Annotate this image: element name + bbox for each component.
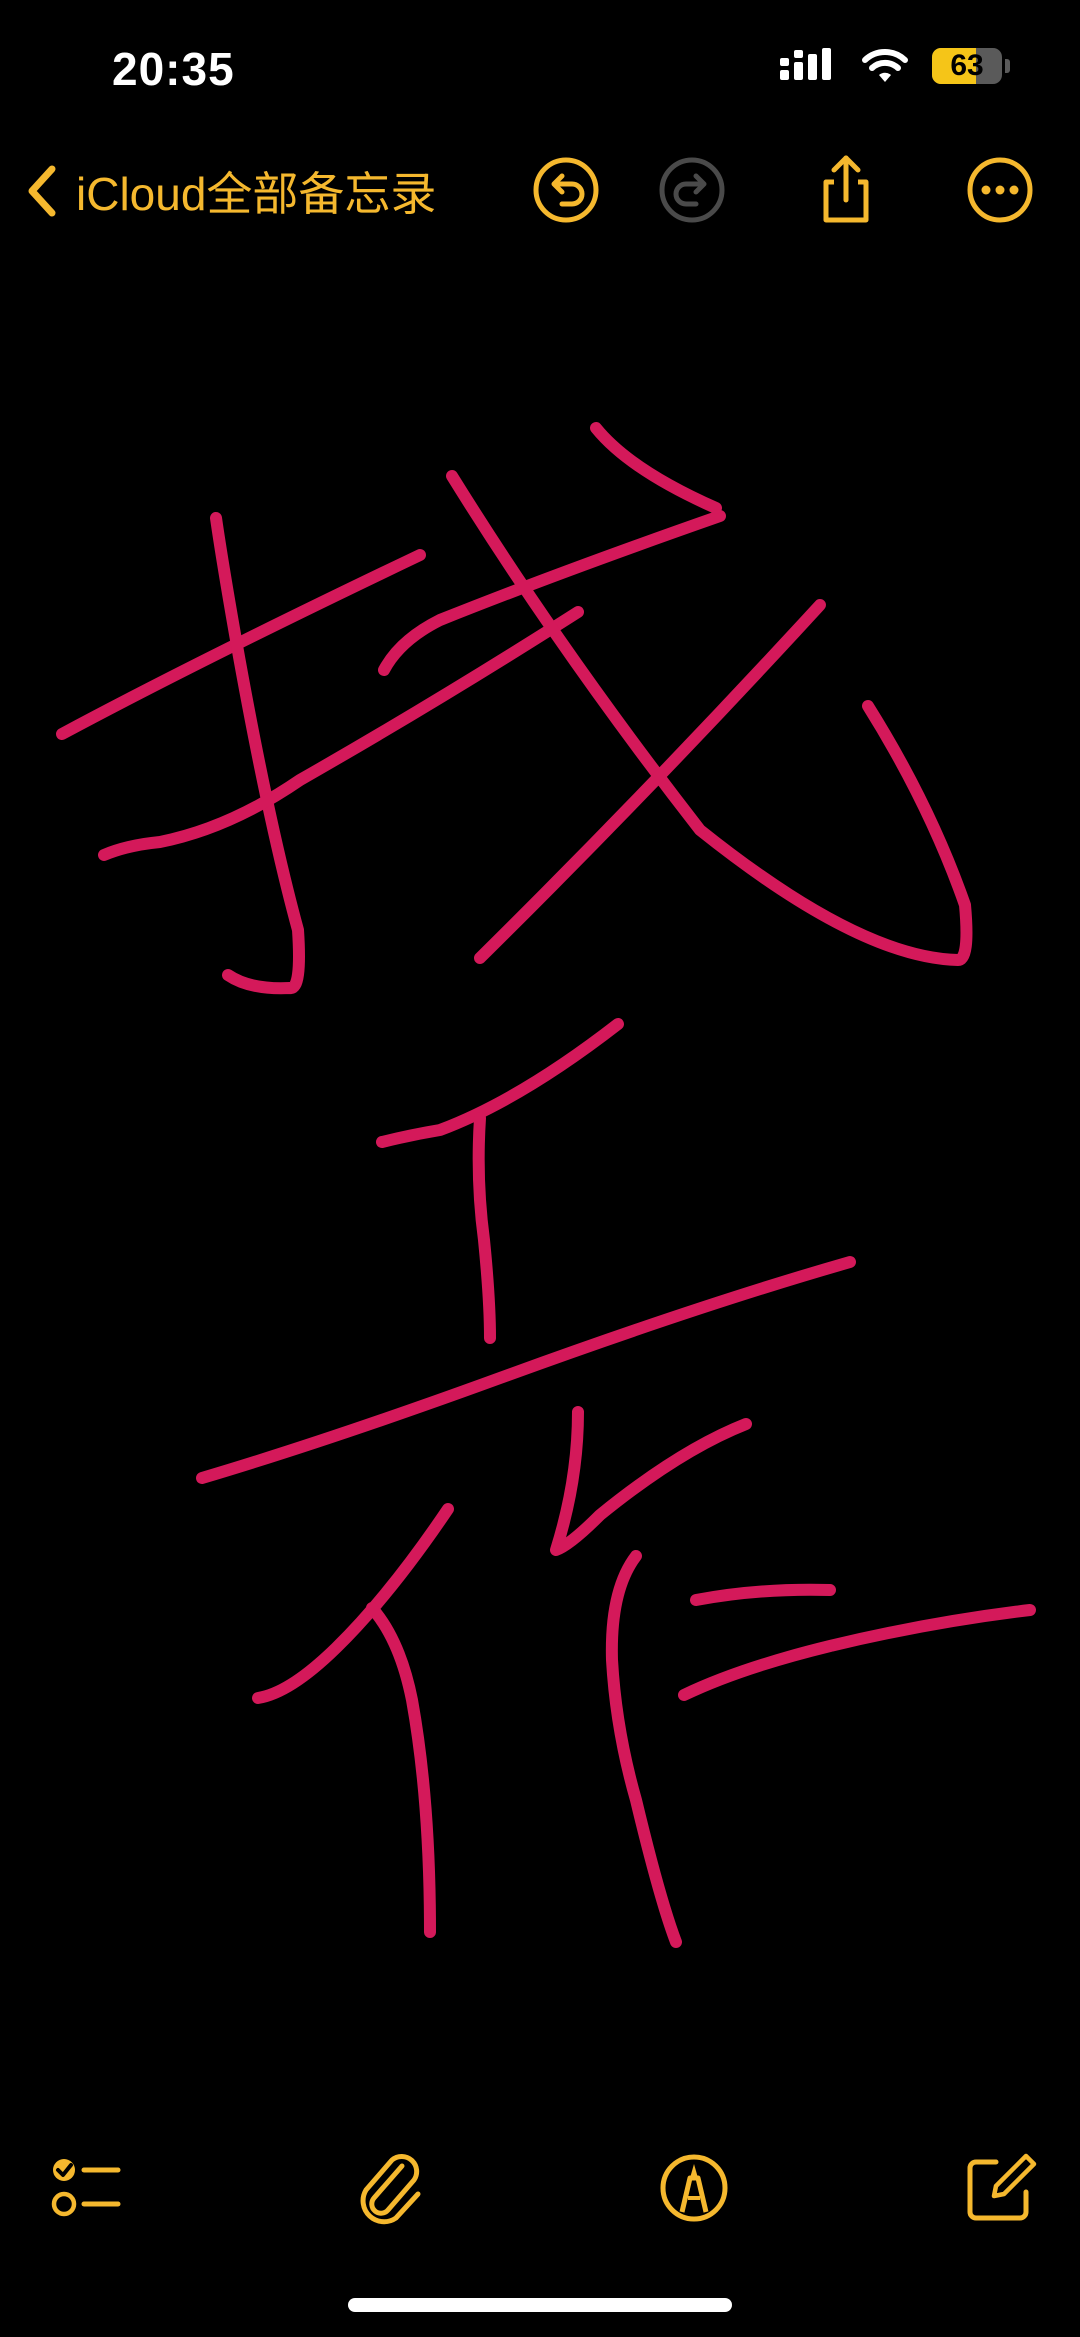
- nav-bar: iCloud全部备忘录: [0, 140, 1080, 240]
- status-indicators: 63: [780, 48, 1010, 84]
- ink-stroke: [472, 1112, 496, 1344]
- ink-stroke: [378, 510, 726, 676]
- status-bar: 20:35 63: [0, 0, 1080, 140]
- cellular-signal-icon: [780, 48, 831, 80]
- share-icon[interactable]: [810, 154, 882, 226]
- markup-icon[interactable]: [654, 2148, 734, 2228]
- bottom-toolbar: [0, 2140, 1080, 2240]
- ink-stroke: [210, 512, 305, 995]
- back-button[interactable]: iCloud全部备忘录: [22, 158, 436, 224]
- ink-stroke: [252, 1503, 454, 1704]
- ink-stroke: [196, 1256, 856, 1484]
- chevron-left-icon: [28, 165, 56, 217]
- ink-stroke: [98, 606, 584, 861]
- ink-stroke: [605, 1550, 682, 1948]
- redo-icon[interactable]: [656, 154, 728, 226]
- battery-nub: [1005, 59, 1010, 73]
- ink-stroke: [690, 1583, 836, 1606]
- more-icon[interactable]: [964, 154, 1036, 226]
- compose-icon[interactable]: [960, 2148, 1040, 2228]
- ink-stroke: [550, 1406, 752, 1556]
- attachment-icon[interactable]: [352, 2148, 432, 2228]
- ink-stroke: [590, 422, 722, 514]
- ink-stroke: [366, 1602, 436, 1938]
- checklist-icon[interactable]: [44, 2148, 124, 2228]
- battery-indicator: 63: [932, 48, 1002, 84]
- wifi-icon: [862, 49, 908, 82]
- undo-icon[interactable]: [530, 154, 602, 226]
- ink-stroke: [376, 1018, 624, 1148]
- status-time: 20:35: [112, 43, 235, 95]
- back-label: iCloud全部备忘录: [76, 168, 437, 220]
- battery-percent: 63: [950, 49, 984, 82]
- ink-stroke: [474, 599, 826, 964]
- home-indicator: [348, 2298, 732, 2312]
- ink-stroke: [678, 1604, 1036, 1701]
- drawing-canvas[interactable]: [0, 240, 1080, 2090]
